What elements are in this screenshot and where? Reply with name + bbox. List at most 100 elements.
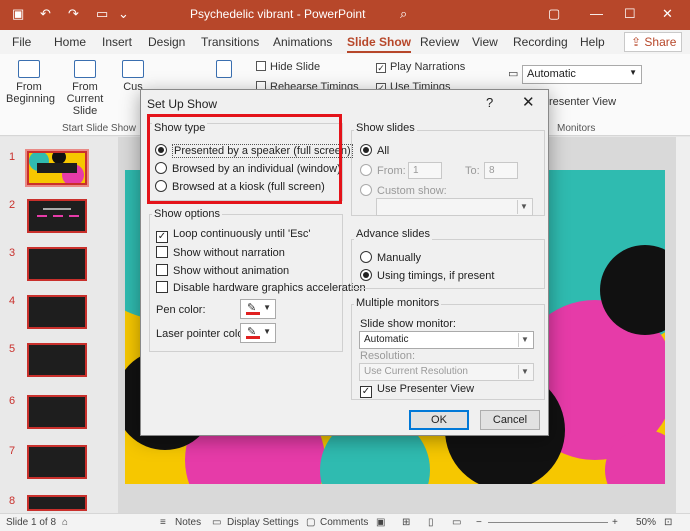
loop-checkbox[interactable]: ✓ Loop continuously until 'Esc' (156, 228, 311, 243)
custom-show-select[interactable]: ▼ (376, 198, 533, 216)
presenter-view-label: Use Presenter View (377, 383, 475, 395)
checkbox-icon (156, 264, 168, 276)
tab-animations[interactable]: Animations (273, 35, 332, 49)
manually-radio[interactable]: Manually (360, 251, 421, 264)
slides-panel: 1 2 3 4 5 6 7 8 (0, 137, 118, 513)
minimize-icon[interactable]: — (590, 6, 603, 21)
ok-button[interactable]: OK (409, 410, 469, 430)
tab-view[interactable]: View (472, 35, 498, 49)
normal-view-icon[interactable]: ▣ (376, 517, 385, 528)
resolution-label: Resolution: (360, 350, 416, 362)
monitor-select[interactable]: Automatic ▼ (522, 65, 642, 84)
presenter-view-checkbox[interactable]: ✓ Use Presenter View (360, 383, 474, 398)
tab-recording[interactable]: Recording (513, 35, 568, 49)
from-beginning-button[interactable]: From Beginning (6, 60, 55, 105)
vertical-scrollbar[interactable] (676, 137, 690, 513)
search-icon[interactable]: ⌕ (400, 6, 407, 22)
slide-show-monitor-select[interactable]: Automatic ▼ (359, 331, 534, 349)
present-icon[interactable]: ▭ (96, 6, 108, 22)
customize-qa-icon[interactable]: ⌄ (118, 6, 129, 22)
slide-thumbnail-4[interactable] (27, 295, 87, 329)
close-window-icon[interactable]: ✕ (662, 6, 673, 22)
maximize-icon[interactable]: ☐ (624, 6, 636, 22)
group-monitors: Monitors (557, 123, 596, 134)
chevron-down-icon: ▼ (629, 68, 637, 77)
from-slide-input[interactable]: 1 (408, 162, 442, 179)
help-icon[interactable]: ? (486, 95, 493, 110)
chevron-down-icon: ▼ (517, 200, 530, 214)
comments-button[interactable]: Comments (320, 517, 368, 528)
from-slide-radio[interactable]: From: (360, 164, 406, 177)
slide-sorter-icon[interactable]: ⊞ (402, 517, 410, 528)
tab-transitions[interactable]: Transitions (201, 35, 259, 49)
pen-color-picker[interactable]: ✎ ▼ (240, 299, 276, 319)
ribbon-display-icon[interactable]: ▢ (548, 6, 560, 22)
resolution-value: Use Current Resolution (364, 366, 468, 377)
manually-label: Manually (377, 252, 422, 264)
show-slides-legend: Show slides (354, 122, 417, 134)
tab-help[interactable]: Help (580, 35, 605, 49)
pen-color-swatch (246, 312, 260, 315)
slide-thumbnail-8[interactable] (27, 495, 87, 511)
notes-button[interactable]: Notes (175, 517, 201, 528)
tab-design[interactable]: Design (148, 35, 185, 49)
resolution-select[interactable]: Use Current Resolution ▼ (359, 363, 534, 381)
tab-review[interactable]: Review (420, 35, 459, 49)
redo-icon[interactable]: ↷ (68, 6, 79, 22)
to-slide-input[interactable]: 8 (484, 162, 518, 179)
presenter-view-label[interactable]: resenter View (549, 96, 616, 108)
cancel-button[interactable]: Cancel (480, 410, 540, 430)
disable-hw-accel-checkbox[interactable]: Disable hardware graphics acceleration (156, 281, 366, 294)
laser-color-picker[interactable]: ✎ ▼ (240, 323, 276, 343)
chevron-down-icon: ▼ (263, 327, 271, 336)
no-animation-checkbox[interactable]: Show without animation (156, 264, 289, 277)
slide-thumbnail-2[interactable] (27, 199, 87, 233)
undo-icon[interactable]: ↶ (40, 6, 51, 22)
play-from-start-icon (18, 60, 40, 78)
checkbox-checked-icon: ✓ (360, 386, 372, 398)
zoom-in-icon[interactable]: + (612, 517, 618, 528)
slide-thumbnail-5[interactable] (27, 343, 87, 377)
status-bar: Slide 1 of 8 ⌂ ≡ Notes ▭ Display Setting… (0, 513, 690, 531)
accessibility-icon[interactable]: ⌂ (62, 517, 68, 528)
play-narrations-checkbox[interactable]: ✓ Play Narrations (376, 61, 465, 73)
slide-thumbnail-7[interactable] (27, 445, 87, 479)
radio-icon (360, 164, 372, 176)
hide-slide-label: Hide Slide (270, 61, 321, 73)
zoom-out-icon[interactable]: − (476, 517, 482, 528)
fit-slide-icon[interactable]: ⊡ (664, 517, 672, 528)
all-slides-radio[interactable]: All (360, 144, 389, 157)
radio-selected-icon (360, 269, 372, 281)
slide-thumbnail-6[interactable] (27, 395, 87, 429)
save-icon[interactable]: ▣ (12, 6, 24, 22)
share-button[interactable]: ⇪ Share (624, 32, 682, 52)
setup-show-icon[interactable] (214, 60, 234, 84)
display-settings-button[interactable]: Display Settings (227, 517, 299, 528)
no-narration-checkbox[interactable]: Show without narration (156, 246, 285, 259)
share-icon: ⇪ (631, 35, 642, 49)
using-timings-radio[interactable]: Using timings, if present (360, 269, 494, 282)
tab-home[interactable]: Home (54, 35, 86, 49)
slide-thumbnail-1[interactable] (25, 149, 89, 187)
slide-number: 8 (9, 495, 16, 507)
hide-slide-icon (256, 61, 266, 71)
dialog-title: Set Up Show (147, 97, 218, 111)
pen-color-label: Pen color: (156, 304, 206, 316)
tab-insert[interactable]: Insert (102, 35, 132, 49)
custom-show-icon (122, 60, 144, 78)
reading-view-icon[interactable]: ▯ (428, 517, 434, 528)
thumbnail-art (37, 208, 79, 217)
tab-slide-show[interactable]: Slide Show (347, 35, 412, 53)
tab-file[interactable]: File (12, 35, 31, 49)
hide-slide-button[interactable]: Hide Slide (256, 61, 320, 73)
from-current-slide-button[interactable]: From Current Slide (56, 60, 114, 117)
custom-show-radio[interactable]: Custom show: (360, 184, 447, 197)
close-icon[interactable]: ✕ (522, 93, 535, 111)
slide-thumbnail-3[interactable] (27, 247, 87, 281)
zoom-level[interactable]: 50% (636, 517, 656, 528)
notes-icon: ≡ (160, 517, 166, 528)
title-bar: ▣ ↶ ↷ ▭ ⌄ Psychedelic vibrant - PowerPoi… (0, 0, 690, 30)
zoom-slider[interactable] (488, 522, 608, 523)
play-narrations-check-icon: ✓ (376, 63, 386, 73)
slideshow-view-icon[interactable]: ▭ (452, 517, 461, 528)
